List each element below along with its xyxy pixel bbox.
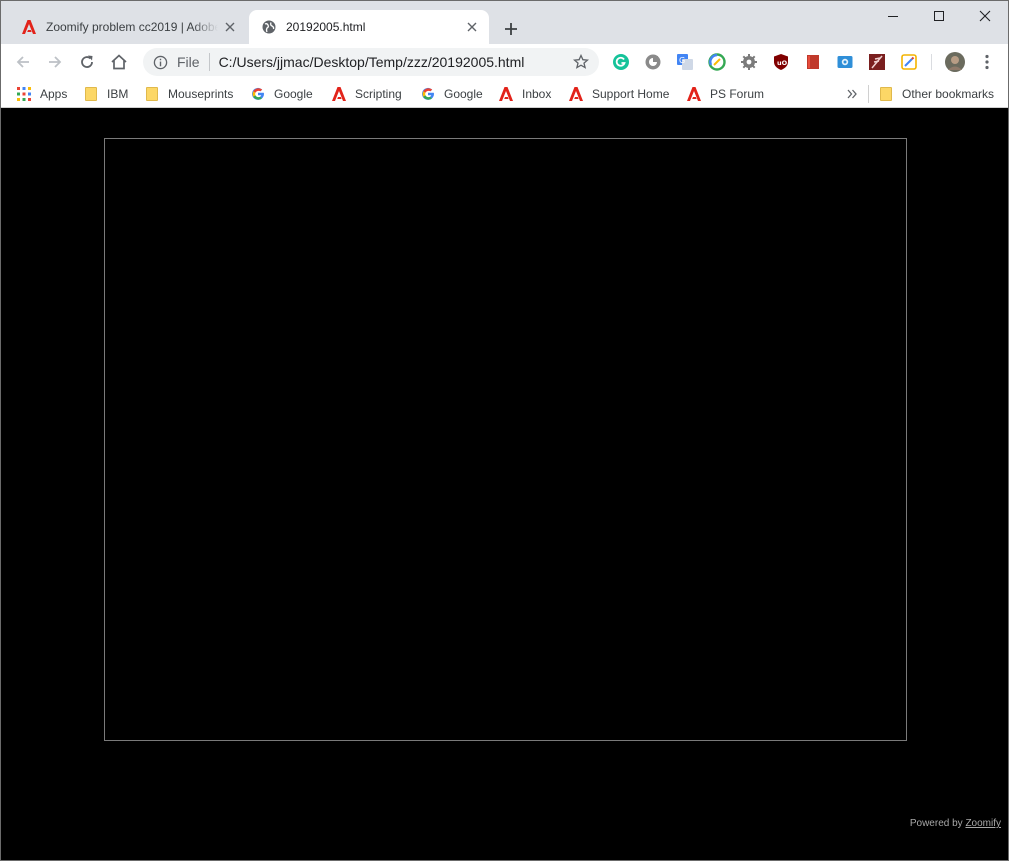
screenshot-extension-icon[interactable] <box>836 53 854 71</box>
bookmarks-divider <box>868 85 869 103</box>
bookmark-label: Inbox <box>522 87 552 101</box>
shield-extension-icon[interactable] <box>644 53 662 71</box>
tab-strip: Zoomify problem cc2019 | Adobe Community… <box>1 1 1008 44</box>
url-text[interactable]: C:/Users/jjmac/Desktop/Temp/zzz/20192005… <box>219 54 571 70</box>
bookmark-apps[interactable]: Apps <box>16 84 67 104</box>
google-translate-icon[interactable]: G <box>676 53 694 71</box>
zoomify-viewer[interactable] <box>104 138 907 741</box>
bookmark-google-2[interactable]: Google <box>420 84 483 104</box>
back-button[interactable] <box>11 50 35 74</box>
bookmark-label: Scripting <box>355 87 402 101</box>
bookmark-label: Google <box>444 87 483 101</box>
red-book-icon[interactable] <box>804 53 822 71</box>
menu-dots-icon[interactable] <box>978 53 996 71</box>
edit-extension-icon[interactable] <box>900 53 918 71</box>
minimize-button[interactable] <box>870 1 916 31</box>
adobe-icon <box>686 86 702 102</box>
bookmark-label: Other bookmarks <box>902 87 995 101</box>
forward-button[interactable] <box>43 50 67 74</box>
bookmark-label: Mouseprints <box>168 87 234 101</box>
tab-20192005[interactable]: 20192005.html <box>249 10 489 44</box>
adobe-icon <box>21 19 37 35</box>
globe-icon <box>261 19 277 35</box>
feather-extension-icon[interactable] <box>868 53 886 71</box>
browser-window: Zoomify problem cc2019 | Adobe Community… <box>0 0 1009 861</box>
bookmark-scripting[interactable]: Scripting <box>331 84 402 104</box>
bookmark-star-icon[interactable] <box>571 52 591 72</box>
arrow-right-icon <box>49 56 62 68</box>
bookmark-mouseprints[interactable]: Mouseprints <box>144 84 233 104</box>
folder-icon <box>83 86 99 102</box>
grammarly-icon[interactable] <box>612 53 630 71</box>
maximize-button[interactable] <box>916 1 962 31</box>
reload-icon <box>81 55 93 68</box>
plus-icon <box>505 23 517 35</box>
bookmark-label: PS Forum <box>710 87 765 101</box>
address-bar[interactable]: File C:/Users/jjmac/Desktop/Temp/zzz/201… <box>143 48 599 76</box>
close-icon <box>979 10 991 22</box>
powered-by: Powered by Zoomify <box>910 818 1001 829</box>
google-icon <box>250 86 266 102</box>
tab-title: Zoomify problem cc2019 | Adobe Community <box>46 20 218 34</box>
svg-text:G: G <box>679 56 685 65</box>
arrow-left-icon <box>16 56 29 68</box>
browser-toolbar: File C:/Users/jjmac/Desktop/Temp/zzz/201… <box>1 44 1008 80</box>
tab-title: 20192005.html <box>286 20 366 34</box>
folder-icon <box>144 86 160 102</box>
info-icon[interactable] <box>152 54 168 70</box>
bookmark-google[interactable]: Google <box>250 84 313 104</box>
home-icon <box>111 54 127 70</box>
apps-grid-icon <box>16 86 32 102</box>
ublock-icon[interactable]: uO <box>772 53 790 71</box>
omnibox-separator <box>208 53 210 71</box>
adobe-icon <box>568 86 584 102</box>
page-content: Powered by Zoomify <box>1 112 1008 860</box>
tab-zoomify-problem[interactable]: Zoomify problem cc2019 | Adobe Community <box>9 10 247 44</box>
zoomify-link[interactable]: Zoomify <box>965 818 1001 829</box>
pagespeed-icon[interactable] <box>708 53 726 71</box>
bookmark-label: Google <box>274 87 313 101</box>
chevron-right-icon[interactable] <box>843 84 861 104</box>
bookmark-inbox[interactable]: Inbox <box>498 84 551 104</box>
svg-text:uO: uO <box>777 59 788 67</box>
new-tab-button[interactable] <box>500 18 522 40</box>
toolbar-divider <box>931 54 932 70</box>
home-button[interactable] <box>107 50 131 74</box>
minimize-icon <box>888 16 898 17</box>
bookmark-label: Support Home <box>592 87 670 101</box>
powered-by-text: Powered by <box>909 818 963 829</box>
folder-icon <box>878 86 894 102</box>
close-window-button[interactable] <box>962 1 1008 31</box>
avatar[interactable] <box>944 51 966 73</box>
bookmark-support-home[interactable]: Support Home <box>568 84 669 104</box>
adobe-icon <box>331 86 347 102</box>
bookmark-label: Apps <box>40 87 68 101</box>
scheme-label: File <box>177 54 200 70</box>
close-tab-icon[interactable] <box>222 19 238 35</box>
bookmark-label: IBM <box>107 87 129 101</box>
google-icon <box>420 86 436 102</box>
reload-button[interactable] <box>75 50 99 74</box>
bookmark-ps-forum[interactable]: PS Forum <box>686 84 764 104</box>
gear-extension-icon[interactable] <box>740 53 758 71</box>
close-tab-icon[interactable] <box>464 19 480 35</box>
bookmark-ibm[interactable]: IBM <box>83 84 128 104</box>
adobe-icon <box>498 86 514 102</box>
maximize-icon <box>934 11 944 21</box>
bookmark-other-bookmarks[interactable]: Other bookmarks <box>878 84 994 104</box>
